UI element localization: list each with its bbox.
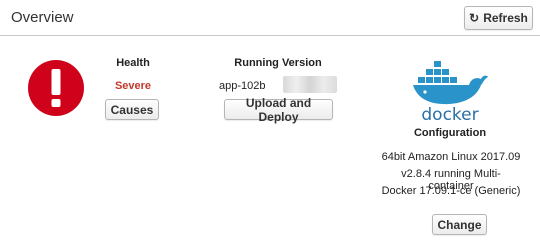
- causes-button[interactable]: Causes: [105, 99, 159, 120]
- alert-circle-icon: [28, 60, 84, 116]
- overview-header: Overview ↻ Refresh: [0, 0, 540, 36]
- version-value: app-102b: [219, 80, 266, 92]
- change-configuration-button[interactable]: Change: [432, 214, 487, 235]
- redacted-version-suffix: [283, 76, 337, 93]
- refresh-button[interactable]: ↻ Refresh: [464, 6, 533, 30]
- config-platform-line: 64bit Amazon Linux 2017.09: [381, 151, 521, 163]
- running-version-label: Running Version: [234, 57, 322, 69]
- refresh-label: Refresh: [483, 11, 528, 25]
- upload-and-deploy-button[interactable]: Upload and Deploy: [224, 96, 333, 124]
- config-docker-line: Docker 17.09.1-ce (Generic): [381, 185, 521, 197]
- docker-wordmark: docker: [421, 105, 478, 124]
- page-title: Overview: [11, 9, 74, 26]
- docker-logo: docker: [413, 61, 488, 124]
- health-label: Health: [116, 57, 150, 69]
- refresh-icon: ↻: [469, 11, 480, 25]
- health-status: Severe: [114, 80, 152, 92]
- configuration-label: Configuration: [413, 127, 487, 139]
